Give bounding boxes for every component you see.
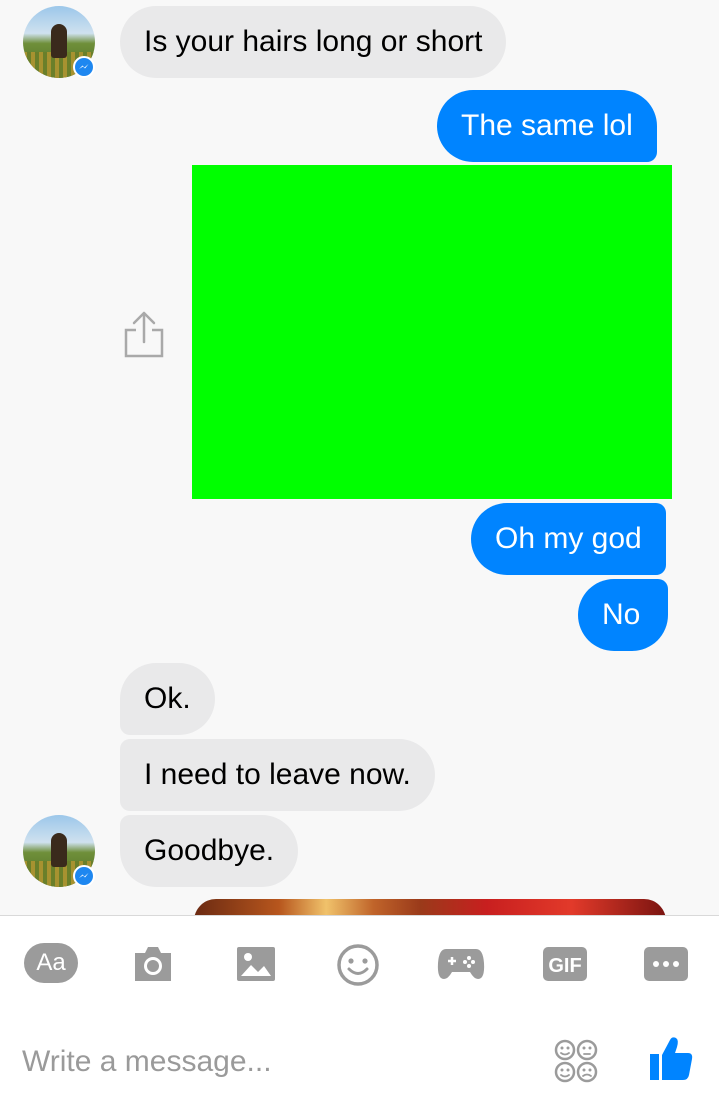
messenger-badge-icon xyxy=(73,865,95,887)
stickers-icon[interactable] xyxy=(554,1038,600,1089)
camera-icon[interactable] xyxy=(132,941,174,990)
like-icon[interactable] xyxy=(648,1034,694,1087)
composer-toolbar: Aa GIF Write a message... xyxy=(0,915,719,1108)
message-incoming[interactable]: Ok. xyxy=(120,663,215,735)
emoji-icon[interactable] xyxy=(336,941,380,992)
share-icon[interactable] xyxy=(122,310,166,363)
gif-icon[interactable]: GIF xyxy=(542,941,588,990)
avatar-person xyxy=(51,24,67,58)
message-incoming[interactable]: Is your hairs long or short xyxy=(120,6,507,78)
gif-label: GIF xyxy=(548,955,581,977)
image-icon[interactable] xyxy=(236,941,276,990)
more-icon[interactable] xyxy=(643,941,689,990)
text-style-button[interactable]: Aa xyxy=(24,943,78,983)
message-incoming[interactable]: Goodbye. xyxy=(120,815,299,887)
shared-photo[interactable] xyxy=(192,165,672,499)
avatar-person xyxy=(51,833,67,867)
game-icon[interactable] xyxy=(437,941,485,990)
messenger-badge-icon xyxy=(73,56,95,78)
message-input[interactable] xyxy=(22,1038,522,1086)
message-incoming[interactable]: I need to leave now. xyxy=(120,739,435,811)
message-outgoing[interactable]: Oh my god xyxy=(471,503,666,575)
message-outgoing[interactable]: The same lol xyxy=(437,90,657,162)
conversation-thread[interactable]: Is your hairs long or short The same lol… xyxy=(0,0,719,915)
message-outgoing[interactable]: No xyxy=(578,579,668,651)
partial-photo-message[interactable] xyxy=(194,899,666,915)
